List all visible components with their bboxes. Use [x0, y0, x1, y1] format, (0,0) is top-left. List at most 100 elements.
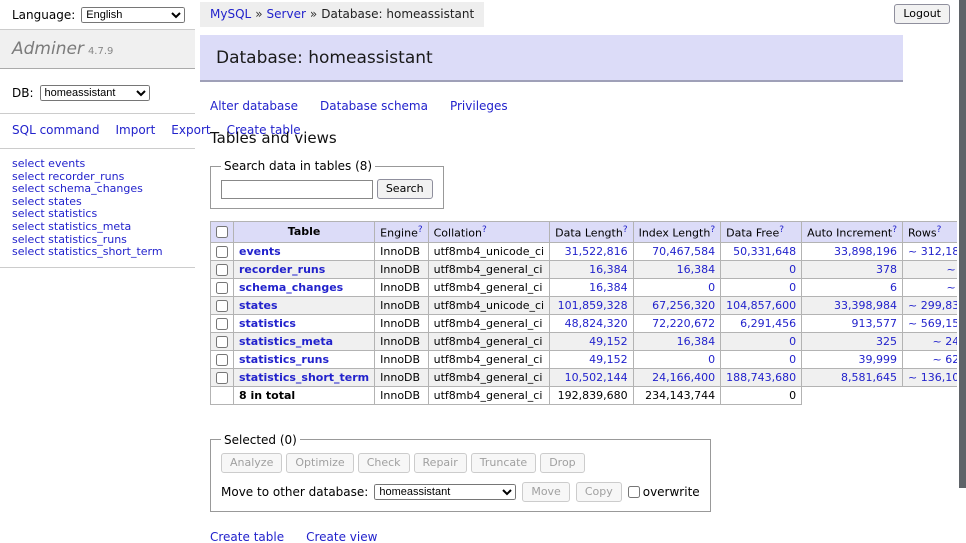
row-checkbox-recorder-runs[interactable]	[216, 264, 228, 276]
data-length-link[interactable]: 16,384	[589, 281, 628, 294]
table-link-states[interactable]: states	[239, 299, 278, 312]
data-free-link[interactable]: 0	[789, 263, 796, 276]
row-checkbox-cell	[211, 260, 234, 278]
column-label: Collation	[434, 227, 482, 240]
content: MySQL»Server»Database: homeassistant Log…	[200, 0, 966, 543]
auto-increment-link[interactable]: 378	[876, 263, 897, 276]
index-length-link[interactable]: 16,384	[677, 335, 716, 348]
table-link-statistics-runs[interactable]: statistics_runs	[239, 353, 329, 366]
data-free-link[interactable]: 104,857,600	[726, 299, 796, 312]
sidebar-action-sql-command[interactable]: SQL command	[12, 123, 99, 137]
auto-increment-link[interactable]: 33,398,984	[834, 299, 897, 312]
table-name-cell: statistics_runs	[234, 350, 375, 368]
data-free-link[interactable]: 188,743,680	[726, 371, 796, 384]
language-select[interactable]: English	[81, 7, 185, 23]
table-name-cell: recorder_runs	[234, 260, 375, 278]
overwrite-checkbox[interactable]	[628, 486, 640, 498]
search-legend: Search data in tables (8)	[221, 159, 375, 173]
data-length-link[interactable]: 48,824,320	[565, 317, 628, 330]
help-link[interactable]: ?	[892, 225, 897, 235]
data-free-link[interactable]: 50,331,648	[733, 245, 796, 258]
table-link-statistics[interactable]: statistics	[239, 317, 296, 330]
auto-increment-link[interactable]: 6	[890, 281, 897, 294]
table-link-schema-changes[interactable]: schema_changes	[239, 281, 343, 294]
engine-cell: InnoDB	[375, 350, 428, 368]
search-button[interactable]: Search	[377, 179, 433, 199]
select-all-checkbox[interactable]	[216, 226, 228, 238]
adminer-app: Language: English Adminer4.7.9 DB: homea…	[0, 0, 966, 543]
data-length-link[interactable]: 10,502,144	[565, 371, 628, 384]
table-name-cell: statistics_meta	[234, 332, 375, 350]
table-link-statistics-short-term[interactable]: statistics_short_term	[239, 371, 369, 384]
row-checkbox-statistics-short-term[interactable]	[216, 372, 228, 384]
footer-link-create-table[interactable]: Create table	[210, 530, 284, 543]
engine-cell: InnoDB	[375, 332, 428, 350]
help-link[interactable]: ?	[710, 225, 715, 235]
auto-increment-link[interactable]: 8,581,645	[841, 371, 897, 384]
data-free-link[interactable]: 0	[789, 353, 796, 366]
data-length-link[interactable]: 49,152	[589, 335, 628, 348]
db-select[interactable]: homeassistant	[40, 85, 150, 101]
sidebar-item-select-statistics-short-term[interactable]: select statistics_short_term	[12, 246, 183, 259]
index-length-link[interactable]: 0	[708, 353, 715, 366]
logout-button[interactable]: Logout	[894, 4, 950, 24]
table-link-statistics-meta[interactable]: statistics_meta	[239, 335, 333, 348]
language-row: Language: English	[0, 0, 195, 29]
sidebar-item-select-events[interactable]: select events	[12, 158, 183, 171]
page-link-alter-database[interactable]: Alter database	[210, 99, 298, 113]
search-input[interactable]	[221, 180, 373, 199]
help-link[interactable]: ?	[482, 225, 487, 235]
move-row: Move to other database: homeassistant Mo…	[221, 482, 700, 502]
index-length-link[interactable]: 70,467,584	[652, 245, 715, 258]
move-db-select[interactable]: homeassistant	[374, 484, 516, 500]
sidebar-item-select-statistics-meta[interactable]: select statistics_meta	[12, 221, 183, 234]
help-link[interactable]: ?	[779, 225, 784, 235]
row-checkbox-cell	[211, 242, 234, 260]
auto-increment-link[interactable]: 39,999	[859, 353, 898, 366]
data-length-cell: 10,502,144	[550, 368, 633, 386]
index-length-link[interactable]: 16,384	[677, 263, 716, 276]
auto-increment-link[interactable]: 913,577	[852, 317, 898, 330]
data-length-link[interactable]: 49,152	[589, 353, 628, 366]
row-checkbox-schema-changes[interactable]	[216, 282, 228, 294]
page-links: Alter database Database schema Privileges	[210, 99, 903, 113]
row-checkbox-statistics[interactable]	[216, 318, 228, 330]
page-link-privileges[interactable]: Privileges	[450, 99, 508, 113]
data-free-link[interactable]: 0	[789, 335, 796, 348]
row-checkbox-events[interactable]	[216, 246, 228, 258]
row-checkbox-states[interactable]	[216, 300, 228, 312]
auto-increment-link[interactable]: 33,898,196	[834, 245, 897, 258]
data-length-link[interactable]: 31,522,816	[565, 245, 628, 258]
total-empty-cell	[211, 386, 234, 404]
breadcrumb-mysql[interactable]: MySQL	[210, 7, 251, 21]
auto-increment-link[interactable]: 325	[876, 335, 897, 348]
vertical-scrollbar[interactable]	[957, 0, 966, 543]
row-checkbox-cell	[211, 350, 234, 368]
column-header-data-free: Data Free?	[721, 222, 802, 243]
row-checkbox-statistics-runs[interactable]	[216, 354, 228, 366]
page-link-database-schema[interactable]: Database schema	[320, 99, 428, 113]
app-title: Adminer4.7.9	[0, 29, 195, 69]
index-length-link[interactable]: 72,220,672	[652, 317, 715, 330]
row-checkbox-statistics-meta[interactable]	[216, 336, 228, 348]
overwrite-label-wrap: overwrite	[628, 485, 700, 499]
index-length-link[interactable]: 24,166,400	[652, 371, 715, 384]
index-length-link[interactable]: 0	[708, 281, 715, 294]
engine-cell: InnoDB	[375, 260, 428, 278]
sidebar-action-import[interactable]: Import	[115, 123, 155, 137]
help-link[interactable]: ?	[418, 225, 423, 235]
data-free-link[interactable]: 6,291,456	[740, 317, 796, 330]
footer-link-create-view[interactable]: Create view	[306, 530, 377, 543]
data-length-link[interactable]: 16,384	[589, 263, 628, 276]
table-link-recorder-runs[interactable]: recorder_runs	[239, 263, 325, 276]
index-length-link[interactable]: 67,256,320	[652, 299, 715, 312]
help-link[interactable]: ?	[937, 225, 942, 235]
data-free-link[interactable]: 0	[789, 281, 796, 294]
help-sup: ?	[418, 224, 423, 235]
data-length-link[interactable]: 101,859,328	[558, 299, 628, 312]
breadcrumb-server[interactable]: Server	[267, 7, 306, 21]
table-link-events[interactable]: events	[239, 245, 281, 258]
scrollbar-thumb[interactable]	[959, 0, 966, 488]
sidebar-item-select-schema-changes[interactable]: select schema_changes	[12, 183, 183, 196]
help-link[interactable]: ?	[623, 225, 628, 235]
